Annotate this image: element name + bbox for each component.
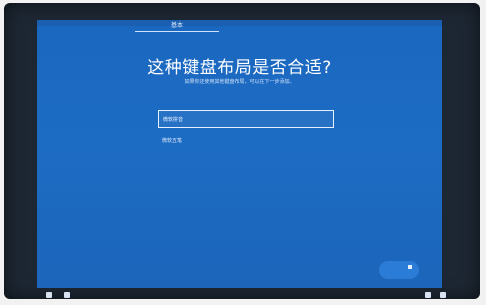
next-arrow-icon: [408, 265, 412, 269]
keyboard-layout-option[interactable]: 微软五笔: [162, 137, 182, 144]
selected-layout-label: 微软拼音: [163, 117, 184, 123]
next-button[interactable]: [379, 261, 419, 279]
speaker-icon[interactable]: [64, 292, 70, 298]
page-subtitle: 如果你还使用其他键盘布局，可以在下一步添加。: [184, 79, 295, 85]
tab-basic: 基本: [135, 21, 219, 32]
keyboard-layout-selected[interactable]: 微软拼音: [158, 110, 334, 128]
power-icon[interactable]: [440, 292, 446, 298]
bottom-taskbar: [40, 290, 446, 300]
keyboard-icon[interactable]: [425, 292, 431, 298]
top-strip: [37, 20, 442, 26]
setup-screen: 基本 这种键盘布局是否合适? 如果你还使用其他键盘布局，可以在下一步添加。 微软…: [37, 20, 442, 288]
page-title: 这种键盘布局是否合适?: [147, 58, 332, 78]
accessibility-icon[interactable]: [46, 292, 52, 298]
